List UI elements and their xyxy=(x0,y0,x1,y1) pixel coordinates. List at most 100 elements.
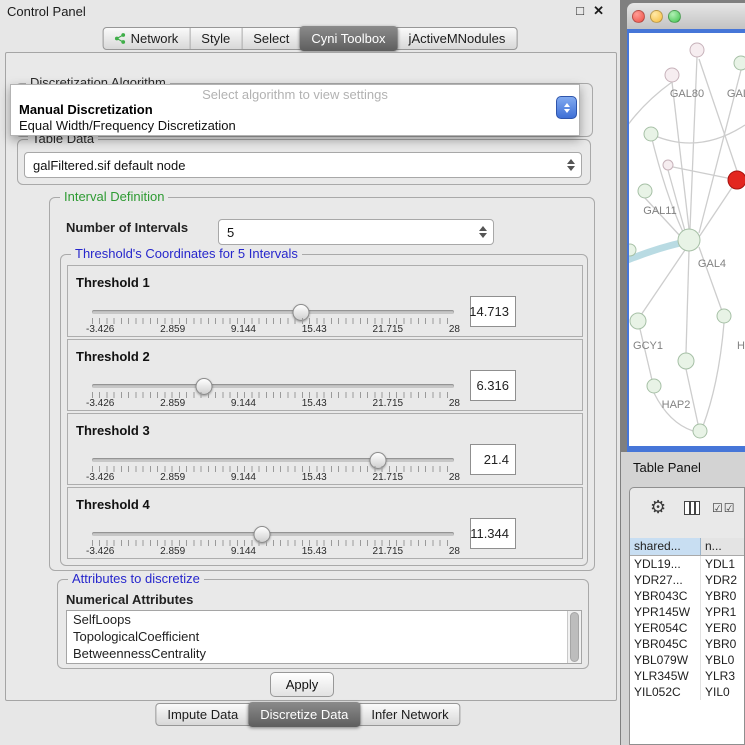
threshold-panel: Threshold 4 -3.4262.8599.14415.4321.7152… xyxy=(67,487,583,559)
cell-shared-name: YBR043C xyxy=(630,588,701,604)
algorithm-option-equal-width[interactable]: Equal Width/Frequency Discretization xyxy=(11,118,579,134)
svg-text:GAL8: GAL8 xyxy=(727,88,745,100)
row-select-icons[interactable]: ☑☑ xyxy=(712,501,736,515)
slider-track xyxy=(92,532,454,536)
tab-label: Cyni Toolbox xyxy=(311,31,385,46)
scale-label: 28 xyxy=(449,546,460,557)
cell-name: YLR3 xyxy=(701,668,744,684)
close-traffic-light-icon[interactable] xyxy=(632,10,645,23)
table-data-select[interactable]: galFiltered.sif default node xyxy=(24,152,582,178)
tab-label: Discretize Data xyxy=(260,707,348,722)
cell-shared-name: YBL079W xyxy=(630,652,701,668)
threshold-panel: Threshold 1 -3.4262.8599.14415.4321.7152… xyxy=(67,265,583,337)
tab-impute-data[interactable]: Impute Data xyxy=(156,704,249,725)
scale-label: 2.859 xyxy=(160,472,185,483)
algorithm-option-manual[interactable]: Manual Discretization xyxy=(11,102,579,118)
numerical-attributes-label: Numerical Attributes xyxy=(66,592,193,607)
threshold-value-field[interactable]: 14.713 xyxy=(470,296,516,327)
cell-shared-name: YPR145W xyxy=(630,604,701,620)
network-view-window: GAL80GAL8GAL11GAL4GCY1HHAP2 xyxy=(627,3,745,452)
threshold-value-field[interactable]: 6.316 xyxy=(470,370,516,401)
tab-label: Select xyxy=(253,31,289,46)
chevron-up-down-icon xyxy=(479,226,487,238)
tab-label: Style xyxy=(201,31,230,46)
table-toolbar: ⚙ ☑☑ xyxy=(630,488,744,536)
column-header-name[interactable]: n... xyxy=(701,538,744,555)
tab-label: Network xyxy=(131,31,179,46)
tab-select[interactable]: Select xyxy=(241,28,300,49)
table-row[interactable]: YBL079W YBL0 xyxy=(630,652,744,668)
cell-shared-name: YBR045C xyxy=(630,636,701,652)
list-item[interactable]: TopologicalCoefficient xyxy=(67,628,581,645)
threshold-value-field[interactable]: 21.4 xyxy=(470,444,516,475)
threshold-value-field[interactable]: 11.344 xyxy=(470,518,516,549)
slider-track xyxy=(92,458,454,462)
cell-name: YIL0 xyxy=(701,684,744,700)
close-icon[interactable]: ✕ xyxy=(593,3,604,19)
control-panel-titlebar[interactable]: Control Panel □ ✕ xyxy=(0,0,620,24)
list-item[interactable]: BetweennessCentrality xyxy=(67,645,581,662)
scale-label: -3.426 xyxy=(86,472,114,483)
window-title: Control Panel xyxy=(7,4,86,19)
scrollbar[interactable] xyxy=(567,611,581,663)
table-row[interactable]: YPR145W YPR1 xyxy=(630,604,744,620)
table-row[interactable]: YIL052C YIL0 xyxy=(630,684,744,700)
tab-infer-network[interactable]: Infer Network xyxy=(359,704,459,725)
scale-label: 28 xyxy=(449,472,460,483)
minimize-traffic-light-icon[interactable] xyxy=(650,10,663,23)
tab-cyni-toolbox[interactable]: Cyni Toolbox xyxy=(299,26,397,51)
table-row[interactable]: YBR045C YBR0 xyxy=(630,636,744,652)
column-header-shared-name[interactable]: shared... xyxy=(630,538,701,555)
list-item[interactable]: SelfLoops xyxy=(67,611,581,628)
bottom-tab-bar: Impute Data Discretize Data Infer Networ… xyxy=(155,703,460,726)
chevron-up-down-icon xyxy=(567,159,575,171)
tab-label: Infer Network xyxy=(371,707,448,722)
cell-name: YBR0 xyxy=(701,588,744,604)
tab-jactivemnodules[interactable]: jActiveMNodules xyxy=(397,28,517,49)
interval-definition-title: Interval Definition xyxy=(60,189,168,204)
tab-network[interactable]: Network xyxy=(104,28,190,49)
table-panel-title: Table Panel xyxy=(633,460,701,475)
apply-button[interactable]: Apply xyxy=(270,672,334,697)
algorithm-placeholder-option[interactable]: Select algorithm to view settings xyxy=(11,85,579,102)
cyni-toolbox-panel: Discretization Algorithm Table Data galF… xyxy=(5,52,617,701)
tab-discretize-data[interactable]: Discretize Data xyxy=(248,702,360,727)
scale-label: 15.43 xyxy=(302,324,327,335)
algorithm-dropdown-popup: Select algorithm to view settings Manual… xyxy=(10,84,580,136)
num-intervals-value: 5 xyxy=(227,220,469,244)
scale-label: 15.43 xyxy=(302,398,327,409)
control-panel-window: Control Panel □ ✕ Network Style xyxy=(0,0,620,745)
tab-style[interactable]: Style xyxy=(189,28,241,49)
combobox-stepper-button[interactable] xyxy=(556,96,577,119)
num-intervals-label: Number of Intervals xyxy=(66,220,188,235)
zoom-traffic-light-icon[interactable] xyxy=(668,10,681,23)
cell-shared-name: YLR345W xyxy=(630,668,701,684)
table-row[interactable]: YER054C YER0 xyxy=(630,620,744,636)
settings-gear-icon[interactable]: ⚙ xyxy=(650,497,666,518)
network-canvas[interactable]: GAL80GAL8GAL11GAL4GCY1HHAP2 xyxy=(629,33,745,446)
thresholds-group-title: Threshold's Coordinates for 5 Intervals xyxy=(71,246,302,261)
svg-text:HAP2: HAP2 xyxy=(662,399,691,411)
slider-scale: -3.4262.8599.14415.4321.71528 xyxy=(86,398,460,409)
attributes-list[interactable]: SelfLoopsTopologicalCoefficientBetweenne… xyxy=(66,610,582,664)
cell-name: YBR0 xyxy=(701,636,744,652)
minimize-icon[interactable]: □ xyxy=(576,3,584,19)
scale-label: 2.859 xyxy=(160,324,185,335)
columns-icon[interactable] xyxy=(684,501,700,515)
table-row[interactable]: YLR345W YLR3 xyxy=(630,668,744,684)
thresholds-group: Threshold's Coordinates for 5 Intervals … xyxy=(60,254,588,566)
table-row[interactable]: YDL19... YDL1 xyxy=(630,556,744,572)
table-row[interactable]: YDR27... YDR2 xyxy=(630,572,744,588)
scale-label: 21.715 xyxy=(373,324,404,335)
scrollbar-thumb[interactable] xyxy=(570,612,579,662)
tab-label: Impute Data xyxy=(167,707,238,722)
network-icon xyxy=(115,33,126,44)
scale-label: 9.144 xyxy=(231,324,256,335)
cell-name: YDL1 xyxy=(701,556,744,572)
table-row[interactable]: YBR043C YBR0 xyxy=(630,588,744,604)
slider-track xyxy=(92,310,454,314)
num-intervals-select[interactable]: 5 xyxy=(218,219,494,245)
network-window-titlebar[interactable] xyxy=(627,3,745,30)
threshold-label: Threshold 1 xyxy=(76,275,150,290)
interval-definition-group: Interval Definition Number of Intervals … xyxy=(49,197,595,571)
